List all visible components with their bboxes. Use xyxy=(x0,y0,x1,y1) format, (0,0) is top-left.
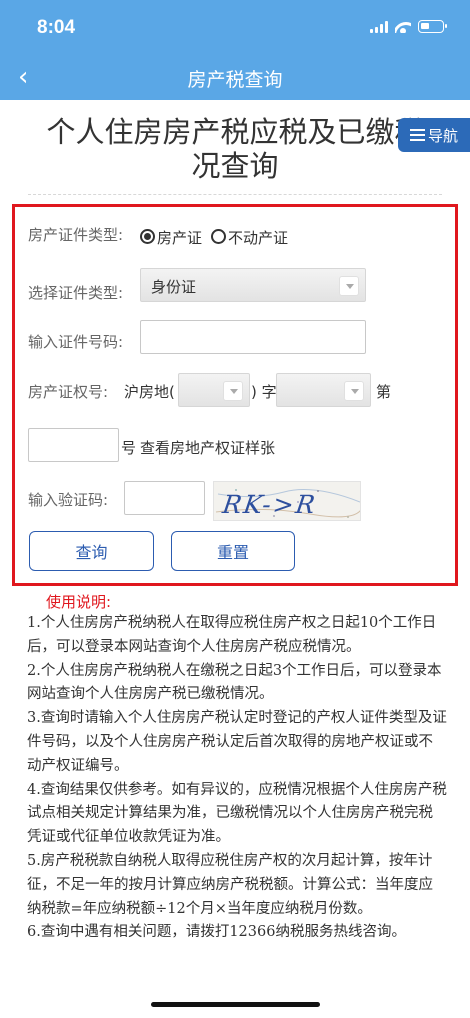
id-type-label: 选择证件类型: xyxy=(28,284,124,302)
nav-title: 房产税查询 xyxy=(187,69,283,91)
home-indicator xyxy=(151,1002,320,1007)
signal-icon xyxy=(370,20,388,33)
paren-close-zi: ) 字 xyxy=(251,383,277,401)
radio-house-cert[interactable] xyxy=(140,229,155,244)
district-select[interactable] xyxy=(178,373,250,407)
radio-house-cert-label[interactable]: 房产证 xyxy=(157,227,202,248)
id-type-select[interactable]: 身份证 xyxy=(140,268,366,302)
guide-nav-label: 导航 xyxy=(427,126,458,145)
instruction-item: 2.个人住房房产税纳税人在缴税之日起3个工作日后，可以登录本网站查询个人住房房产… xyxy=(27,662,442,703)
status-time: 8:04 xyxy=(37,17,76,38)
instruction-item: 3.查询时请输入个人住房房产税认定时登记的产权人证件类型及证件号码，以及个人住房… xyxy=(27,710,447,774)
instructions-list: 1.个人住房房产税纳税人在取得应税住房产权之日起10个工作日后，可以登录本网站查… xyxy=(27,612,447,945)
radio-realestate-cert-label[interactable]: 不动产证 xyxy=(228,227,288,248)
status-icons xyxy=(370,20,447,33)
cert-type-label: 房产证件类型: xyxy=(28,226,124,244)
dropdown-arrow-icon xyxy=(339,276,359,296)
property-prefix: 沪房地( xyxy=(124,383,175,401)
id-number-label: 输入证件号码: xyxy=(28,333,124,351)
dropdown-arrow-icon xyxy=(344,381,364,401)
instructions-title: 使用说明: xyxy=(46,593,112,611)
battery-icon xyxy=(418,20,447,33)
query-button[interactable]: 查询 xyxy=(29,531,154,571)
radio-realestate-cert[interactable] xyxy=(211,229,226,244)
captcha-noise: RK->R xyxy=(215,489,360,519)
instruction-item: 5.房产税税款自纳税人取得应税住房产权的次月起计算，按年计征，不足一年的按月计算… xyxy=(27,852,433,917)
captcha-image[interactable]: RK->R xyxy=(213,481,361,521)
id-number-input[interactable] xyxy=(140,320,366,354)
instruction-item: 6.查询中遇有相关问题，请拨打12366纳税服务热线咨询。 xyxy=(27,924,406,941)
captcha-label: 输入验证码: xyxy=(28,491,109,509)
hao-label: 号 xyxy=(121,439,137,457)
dropdown-arrow-icon xyxy=(223,381,243,401)
page-title: 个人住房房产税应税及已缴税 况查询 xyxy=(20,115,450,183)
property-cert-label: 房产证权号: xyxy=(28,383,109,401)
id-type-value: 身份证 xyxy=(151,278,197,296)
wifi-icon xyxy=(395,21,411,33)
page-title-line2: 况查询 xyxy=(191,149,279,183)
year-select[interactable] xyxy=(276,373,371,407)
cert-number-input[interactable] xyxy=(28,428,119,462)
captcha-input[interactable] xyxy=(124,481,205,515)
menu-icon xyxy=(409,129,425,141)
guide-nav-button[interactable]: 导航 xyxy=(398,118,470,152)
page-title-line1: 个人住房房产税应税及已缴税 xyxy=(46,115,424,149)
view-sample-link[interactable]: 查看房地产权证样张 xyxy=(140,437,275,458)
captcha-text: RK->R xyxy=(220,490,319,519)
nav-bar: ‹ 房产税查询 xyxy=(0,56,470,100)
instruction-item: 4.查询结果仅供参考。如有异议的，应税情况根据个人住房房产税试点相关规定计算结果… xyxy=(27,781,447,846)
divider xyxy=(28,194,442,195)
status-bar: 8:04 xyxy=(0,0,470,56)
instruction-item: 1.个人住房房产税纳税人在取得应税住房产权之日起10个工作日后，可以登录本网站查… xyxy=(27,615,437,655)
di-label: 第 xyxy=(376,383,392,401)
reset-button[interactable]: 重置 xyxy=(171,531,295,571)
